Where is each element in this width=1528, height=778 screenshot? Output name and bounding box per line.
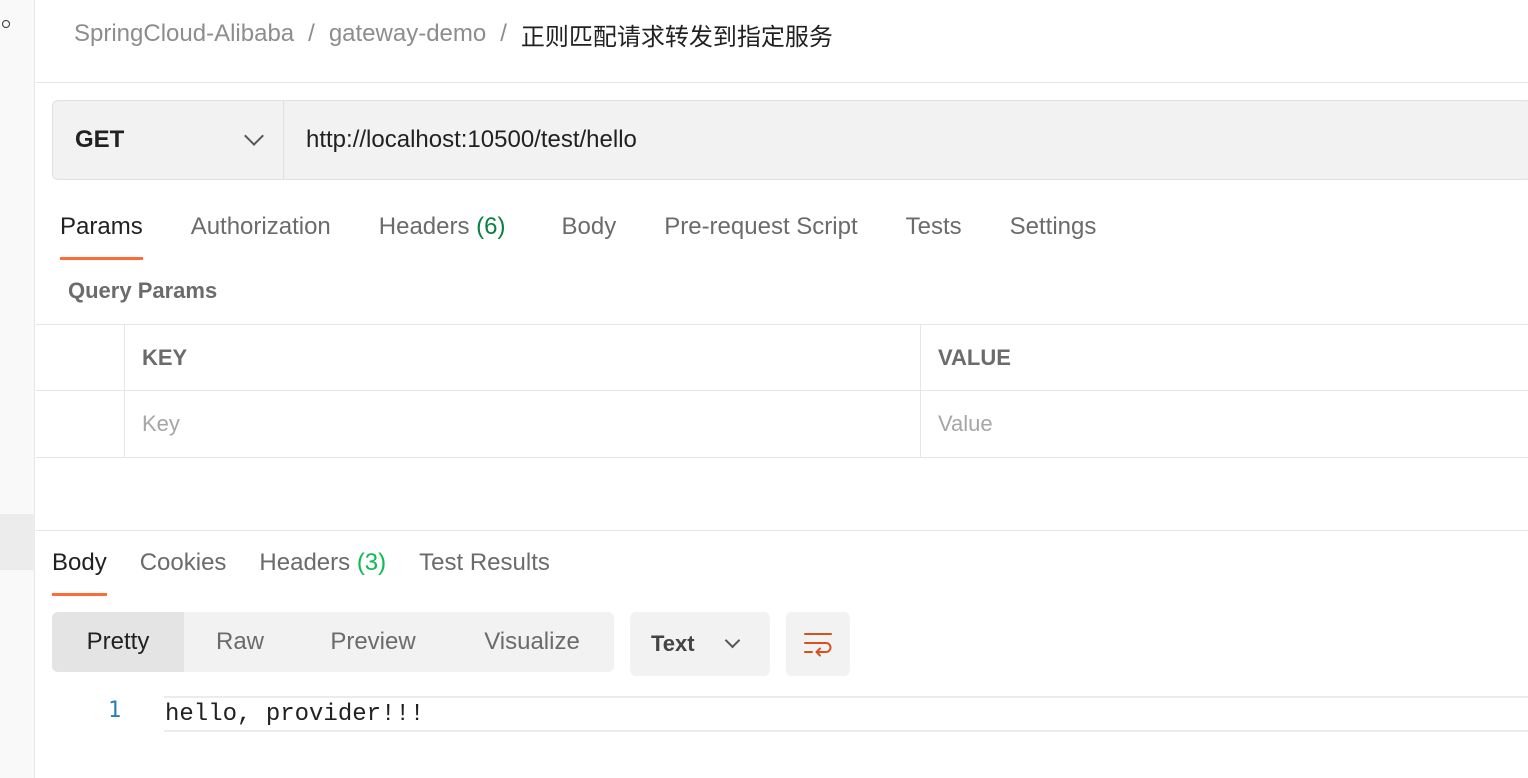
- row-checkbox-cell[interactable]: [36, 391, 125, 457]
- view-mode-pretty[interactable]: Pretty: [52, 612, 184, 672]
- tab-settings[interactable]: Settings: [1010, 208, 1097, 260]
- request-name[interactable]: 正则匹配请求转发到指定服务: [521, 17, 833, 52]
- format-label: Text: [651, 631, 695, 656]
- view-mode-segmented: Pretty Raw Preview Visualize: [52, 612, 614, 672]
- code-line[interactable]: hello, provider!!!: [164, 696, 1528, 732]
- response-tabs: Body Cookies Headers (3) Test Results: [52, 544, 583, 596]
- value-input[interactable]: Value: [921, 391, 1528, 457]
- table-header-row: KEY VALUE: [36, 325, 1528, 391]
- checkbox-column: [36, 325, 125, 390]
- value-placeholder: Value: [938, 411, 993, 436]
- tab-params[interactable]: Params: [60, 208, 143, 260]
- tab-test-results[interactable]: Test Results: [419, 544, 550, 596]
- left-sidebar-strip: [0, 0, 35, 778]
- response-body-viewer[interactable]: 1 hello, provider!!!: [36, 694, 1528, 734]
- circle-icon: [2, 20, 10, 28]
- main-panel: SpringCloud-Alibaba / gateway-demo / 正则匹…: [36, 0, 1528, 778]
- wrap-lines-icon: [804, 633, 832, 657]
- tab-response-body[interactable]: Body: [52, 544, 107, 596]
- breadcrumb-item-folder[interactable]: gateway-demo: [329, 20, 486, 48]
- chevron-down-icon: [244, 126, 264, 146]
- tab-label: Params: [60, 213, 143, 240]
- tab-label: Headers: [378, 213, 470, 240]
- tab-cookies[interactable]: Cookies: [140, 544, 227, 596]
- headers-count: (6): [476, 213, 506, 240]
- chevron-down-icon: [724, 632, 741, 648]
- sidebar-selected-highlight: [0, 514, 35, 570]
- line-number: 1: [108, 698, 122, 723]
- http-method-select[interactable]: GET: [53, 101, 284, 179]
- tab-label: Test Results: [419, 549, 550, 576]
- key-placeholder: Key: [142, 411, 180, 436]
- query-params-table: KEY VALUE Key Value: [36, 324, 1528, 458]
- tab-label: Tests: [905, 213, 962, 240]
- tab-label: Pre-request Script: [664, 213, 858, 240]
- tab-label: Headers: [259, 549, 351, 576]
- tab-label: Body: [52, 549, 107, 576]
- tab-label: Authorization: [190, 213, 331, 240]
- response-pane-divider[interactable]: [36, 530, 1528, 531]
- response-headers-count: (3): [356, 549, 387, 576]
- view-mode-raw[interactable]: Raw: [184, 612, 296, 672]
- query-params-title: Query Params: [68, 278, 218, 303]
- key-input[interactable]: Key: [125, 391, 921, 457]
- tab-tests[interactable]: Tests: [906, 208, 962, 260]
- tab-label: Cookies: [139, 549, 227, 576]
- format-select[interactable]: Text: [630, 612, 770, 676]
- breadcrumb: SpringCloud-Alibaba / gateway-demo / 正则匹…: [74, 16, 833, 52]
- request-tabs: Params Authorization Headers (6) Body Pr…: [60, 208, 1144, 260]
- tab-pre-request-script[interactable]: Pre-request Script: [664, 208, 857, 260]
- tab-label: Body: [561, 213, 617, 240]
- tab-label: Settings: [1009, 213, 1097, 240]
- url-bar: GET http://localhost:10500/test/hello: [52, 100, 1528, 180]
- breadcrumb-item-collection[interactable]: SpringCloud-Alibaba: [74, 20, 294, 48]
- url-input[interactable]: http://localhost:10500/test/hello: [284, 101, 1528, 179]
- tab-body[interactable]: Body: [562, 208, 617, 260]
- key-column-header: KEY: [125, 325, 921, 390]
- tab-response-headers[interactable]: Headers (3): [259, 544, 386, 596]
- value-header-label: VALUE: [938, 344, 1011, 370]
- table-row: Key Value: [36, 391, 1528, 457]
- value-column-header: VALUE: [921, 325, 1528, 390]
- tab-authorization[interactable]: Authorization: [191, 208, 331, 260]
- view-mode-preview[interactable]: Preview: [296, 612, 450, 672]
- http-method-label: GET: [75, 126, 125, 153]
- key-header-label: KEY: [142, 344, 188, 370]
- view-mode-visualize[interactable]: Visualize: [450, 612, 614, 672]
- wrap-lines-button[interactable]: [786, 612, 850, 676]
- header-divider: [36, 82, 1528, 83]
- breadcrumb-separator: /: [500, 20, 507, 47]
- breadcrumb-separator: /: [308, 20, 315, 47]
- tab-headers[interactable]: Headers (6): [379, 208, 506, 260]
